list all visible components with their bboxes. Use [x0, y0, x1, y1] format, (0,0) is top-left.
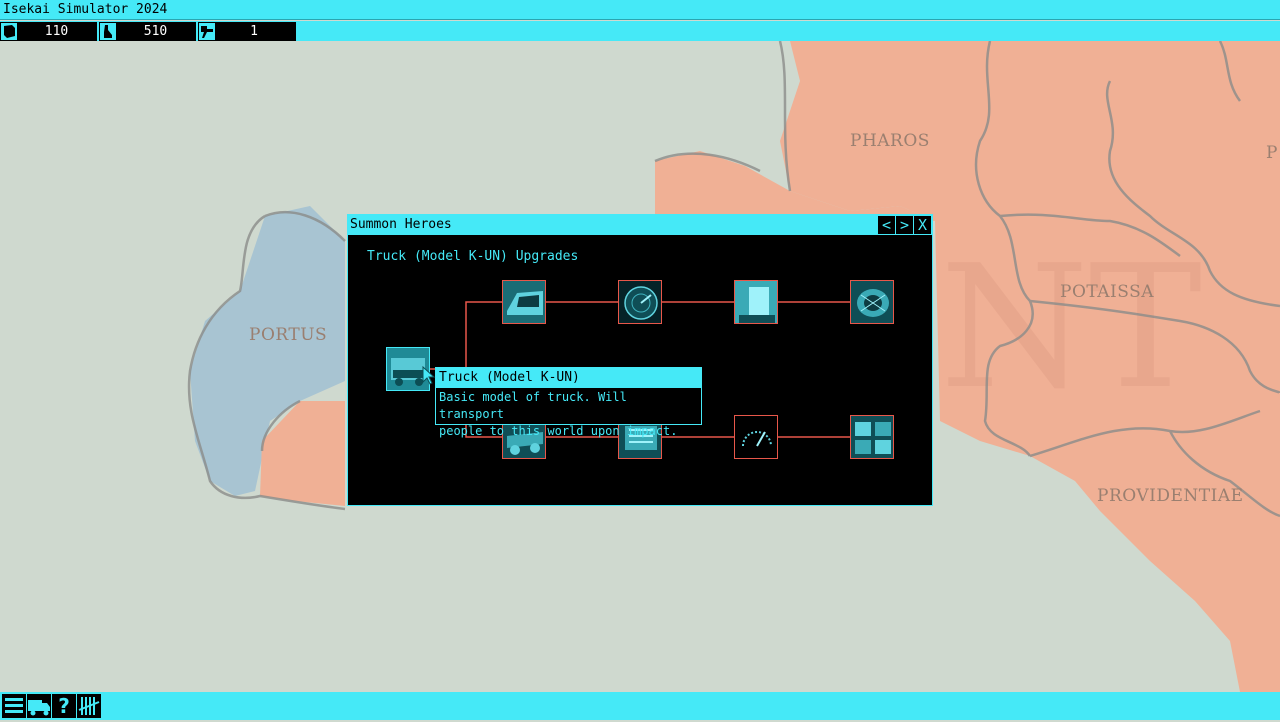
engine-icon [851, 281, 893, 323]
truck-button[interactable] [27, 694, 51, 718]
radar-icon [619, 281, 661, 323]
resource-strip: 110 510 1 [0, 22, 296, 41]
region-label-providentiae: PROVIDENTIAE [1097, 486, 1244, 506]
next-button[interactable]: > [896, 216, 913, 234]
upgrade-node-top-4[interactable] [850, 280, 894, 324]
upgrade-node-top-1[interactable] [502, 280, 546, 324]
tally-button[interactable] [77, 694, 101, 718]
resource-person-value: 510 [143, 24, 168, 39]
person-icon [100, 23, 116, 40]
tooltip-line-1: Basic model of truck. Will transport [439, 390, 627, 421]
tooltip-title: Truck (Model K-UN) [436, 368, 701, 388]
tally-icon [78, 697, 100, 715]
tires-icon [851, 416, 893, 458]
window-icon [735, 281, 777, 323]
resource-flag: 1 [198, 22, 296, 41]
resource-shield: 110 [0, 22, 99, 41]
upgrade-node-bottom-4[interactable] [850, 415, 894, 459]
shield-icon [1, 23, 17, 40]
help-icon: ? [58, 694, 70, 718]
region-label-pharos: PHAROS [850, 131, 930, 151]
bottom-toolbar: ? [0, 692, 1280, 720]
window-title-bar: Summon Heroes < > X [348, 215, 932, 235]
resource-shield-value: 110 [44, 24, 69, 39]
truck-icon [28, 700, 50, 716]
tooltip-line-2: people to this world upon impact. [439, 424, 678, 438]
menu-icon [5, 698, 23, 713]
help-button[interactable]: ? [52, 694, 76, 718]
speedometer-icon [735, 416, 777, 458]
prev-button[interactable]: < [878, 216, 895, 234]
summon-heroes-window: Summon Heroes < > X Truck (Model K-UN) U… [347, 214, 933, 506]
mouse-cursor-icon [422, 366, 436, 385]
window-title: Summon Heroes [350, 217, 452, 232]
window-controls: < > X [877, 216, 931, 234]
close-button[interactable]: X [914, 216, 931, 234]
app-title-bar: Isekai Simulator 2024 [0, 0, 1280, 20]
region-label-potaissa: POTAISSA [1060, 282, 1155, 302]
upgrade-node-top-2[interactable] [618, 280, 662, 324]
truck-cabin-icon [503, 281, 545, 323]
region-label-partial: P [1266, 143, 1278, 163]
resource-bar: 110 510 1 [0, 21, 1280, 41]
map-watermark: NT [940, 229, 1202, 427]
menu-button[interactable] [2, 694, 26, 718]
resource-person: 510 [99, 22, 198, 41]
region-label-portus: PORTUS [249, 325, 328, 345]
app-title: Isekai Simulator 2024 [3, 2, 168, 17]
tooltip-description: Basic model of truck. Will transport peo… [439, 389, 697, 440]
upgrade-tree-title: Truck (Model K-UN) Upgrades [367, 249, 579, 264]
node-tooltip: Truck (Model K-UN) Basic model of truck.… [435, 367, 702, 438]
upgrade-node-top-3[interactable] [734, 280, 778, 324]
upgrade-node-bottom-3[interactable] [734, 415, 778, 459]
resource-flag-value: 1 [250, 24, 258, 39]
flag-icon [199, 23, 215, 40]
